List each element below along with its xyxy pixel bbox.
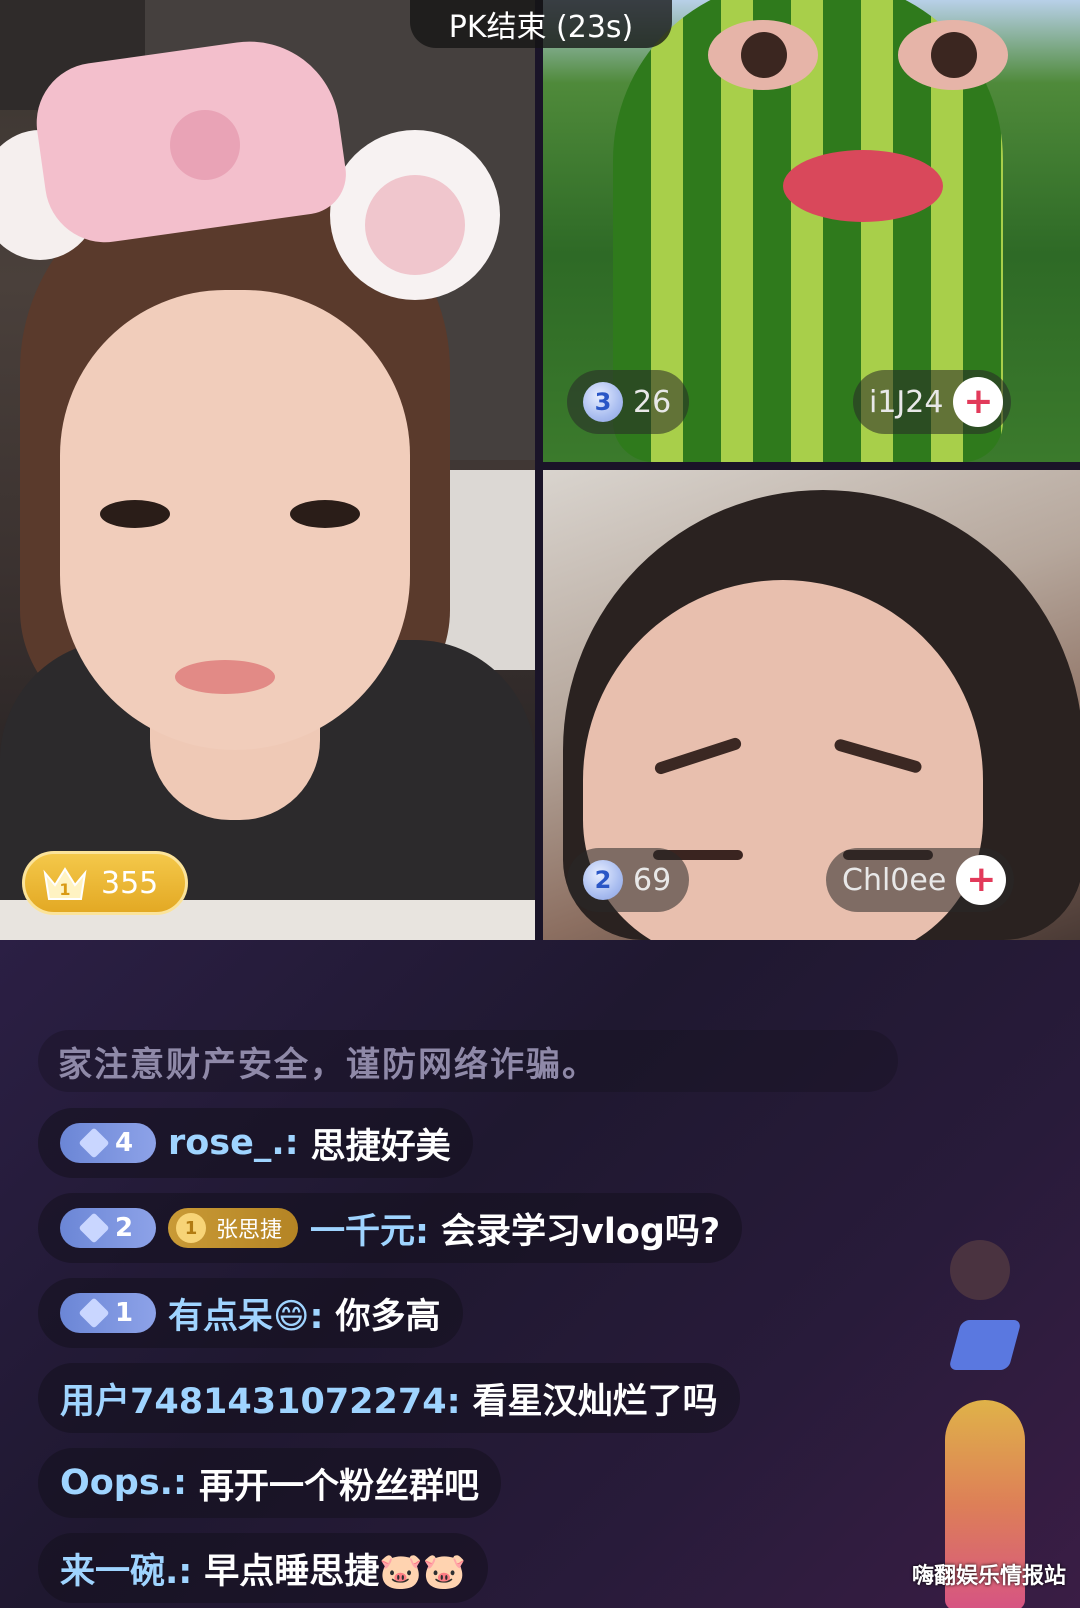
rank-icon: 2	[583, 860, 623, 900]
chat-message[interactable]: 4 rose_.: 思捷好美	[38, 1108, 473, 1178]
heart-icon: 1	[176, 1213, 206, 1243]
headband-ear-inner	[365, 175, 465, 275]
guest-2-brow-left	[653, 736, 743, 776]
chat-text: 你多高	[335, 1296, 441, 1337]
host-eye-left	[100, 500, 170, 528]
gift-effect-decoration	[950, 1240, 1010, 1300]
host-score-badge[interactable]: 1 355	[22, 851, 188, 915]
guest-2-rank-badge[interactable]: 2 69	[567, 848, 690, 912]
watermark: 嗨翻娱乐情报站	[911, 1564, 1066, 1589]
svg-text:1: 1	[59, 880, 70, 899]
pk-status-pill: PK结束 (23s)	[410, 0, 672, 48]
guest-1-score: 26	[633, 384, 672, 420]
follow-plus-icon[interactable]: +	[956, 855, 1007, 905]
pk-status-label: PK结束 (23s)	[448, 10, 634, 45]
chat-message[interactable]: 来一碗.: 早点睡思捷🐷🐷	[38, 1533, 489, 1603]
guest-1-name-badge[interactable]: i1J24 +	[853, 370, 1012, 434]
rank-icon: 3	[583, 382, 623, 422]
host-video-tile[interactable]: 1 355	[0, 0, 535, 940]
chat-username[interactable]: 用户7481431072274:	[60, 1373, 461, 1424]
guest-2-name-badge[interactable]: Chl0ee +	[826, 848, 1015, 912]
guest-1-rank-badge[interactable]: 3 26	[567, 370, 690, 434]
diamond-icon	[78, 1297, 110, 1329]
system-notice-text: 家注意财产安全，谨防网络诈骗。	[58, 1044, 598, 1085]
chat-message[interactable]: 1 有点呆😄: 你多高	[38, 1278, 463, 1348]
diamond-icon	[78, 1127, 110, 1159]
level-number: 4	[114, 1128, 134, 1158]
host-score: 355	[101, 865, 159, 901]
chat-username[interactable]: rose_.:	[168, 1123, 299, 1163]
chat-text: 早点睡思捷🐷🐷	[204, 1551, 467, 1592]
guest-video-tile-1[interactable]: 3 26 i1J24 +	[543, 0, 1080, 462]
filter-eye-left	[708, 20, 818, 90]
guest-2-brow-right	[833, 737, 923, 775]
fan-club-badge: 1 张思捷	[168, 1208, 299, 1248]
chat-text: 思捷好美	[310, 1126, 451, 1167]
host-lips	[175, 660, 275, 694]
guest-1-username: i1J24	[869, 384, 944, 420]
guest-video-tile-2[interactable]: 2 69 Chl0ee +	[543, 470, 1080, 940]
chat-text: 再开一个粉丝群吧	[198, 1466, 479, 1507]
filter-eye-right	[898, 20, 1008, 90]
diamond-icon	[78, 1212, 110, 1244]
guest-2-score: 69	[633, 862, 672, 898]
crown-icon: 1	[43, 865, 87, 901]
chat-username[interactable]: 一千元:	[310, 1203, 429, 1254]
level-number: 1	[114, 1298, 134, 1328]
chat-username[interactable]: 来一碗.:	[60, 1543, 192, 1594]
chat-text: 看星汉灿烂了吗	[472, 1381, 718, 1422]
chat-text: 会录学习vlog吗?	[441, 1211, 721, 1252]
chat-message[interactable]: Oops.: 再开一个粉丝群吧	[38, 1448, 501, 1518]
chat-message[interactable]: 用户7481431072274: 看星汉灿烂了吗	[38, 1363, 740, 1433]
user-level-badge: 4	[60, 1123, 156, 1163]
filter-lips	[783, 150, 943, 222]
chat-username[interactable]: 有点呆😄:	[168, 1288, 323, 1339]
follow-plus-icon[interactable]: +	[953, 377, 1004, 427]
guest-2-username: Chl0ee	[842, 862, 947, 898]
host-eye-right	[290, 500, 360, 528]
chat-message[interactable]: 2 1 张思捷 一千元: 会录学习vlog吗?	[38, 1193, 743, 1263]
chat-username[interactable]: Oops.:	[60, 1463, 187, 1503]
headband-bow-knot	[170, 110, 240, 180]
user-level-badge: 2	[60, 1208, 156, 1248]
system-notice: 家注意财产安全，谨防网络诈骗。	[38, 1030, 898, 1092]
fan-club-name: 张思捷	[216, 1218, 283, 1243]
user-level-badge: 1	[60, 1293, 156, 1333]
level-number: 2	[114, 1213, 134, 1243]
